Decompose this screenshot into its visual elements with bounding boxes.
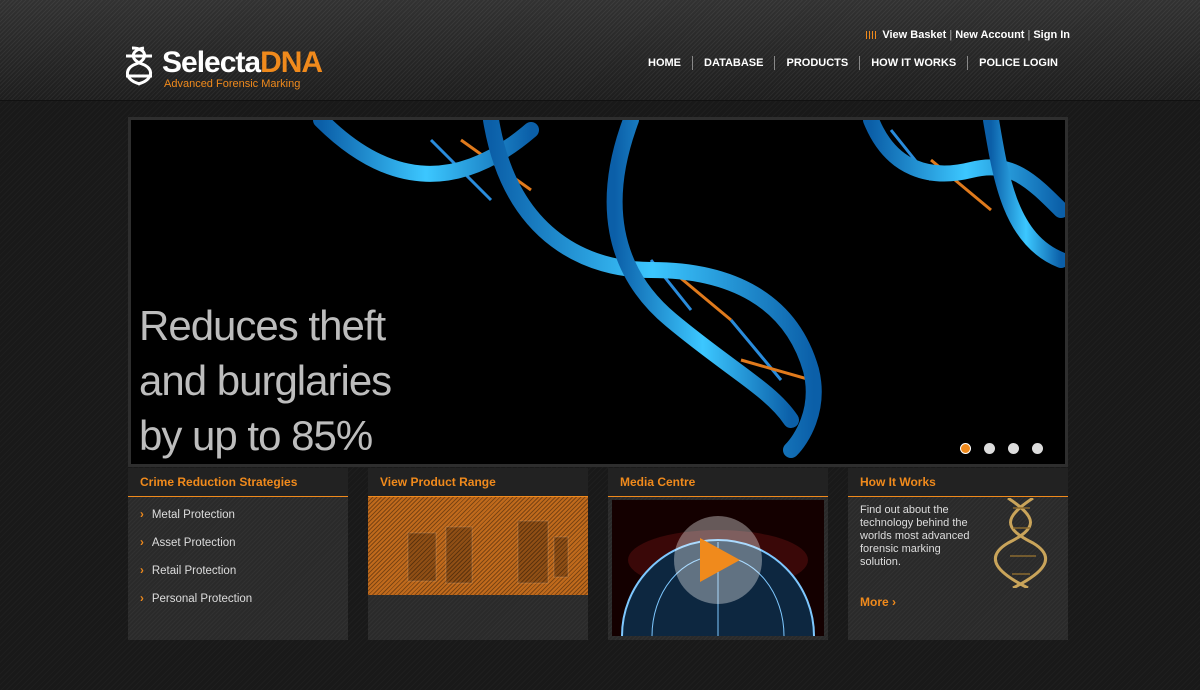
chevron-right-icon: › — [892, 595, 897, 609]
chevron-right-icon: › — [140, 565, 144, 577]
chevron-right-icon: › — [140, 509, 144, 521]
nav-how-it-works[interactable]: HOW IT WORKS — [859, 56, 967, 70]
selectadna-logo-icon — [126, 46, 152, 86]
nav-products[interactable]: PRODUCTS — [774, 56, 859, 70]
how-it-works-text: Find out about the technology behind the… — [860, 504, 970, 568]
list-item[interactable]: › Retail Protection — [140, 563, 348, 591]
list-item[interactable]: › Asset Protection — [140, 535, 348, 563]
hero-headline: Reduces theft and burglaries by up to 85… — [139, 302, 392, 459]
panel-title[interactable]: View Product Range — [368, 468, 588, 497]
slide-dot-1[interactable] — [960, 443, 971, 454]
list-item[interactable]: › Personal Protection — [140, 591, 348, 619]
nav-home[interactable]: HOME — [637, 56, 692, 70]
panel-title[interactable]: Media Centre — [608, 468, 828, 497]
utility-nav: View Basket | New Account | Sign In — [866, 29, 1070, 41]
nav-database[interactable]: DATABASE — [692, 56, 774, 70]
more-link[interactable]: More › — [860, 595, 896, 609]
panel-title: Crime Reduction Strategies — [128, 468, 348, 497]
chevron-right-icon: › — [140, 537, 144, 549]
crime-strategy-list: › Metal Protection › Asset Protection › Ret… — [128, 497, 348, 619]
new-account-link[interactable]: New Account — [955, 29, 1024, 41]
brand-logo[interactable]: SelectaDNA Advanced Forensic Marking — [122, 44, 362, 94]
slide-dot-3[interactable] — [1008, 443, 1019, 454]
brand-tagline: Advanced Forensic Marking — [164, 78, 301, 90]
slide-dot-4[interactable] — [1032, 443, 1043, 454]
media-video-thumbnail[interactable] — [612, 500, 824, 636]
list-item[interactable]: › Metal Protection — [140, 507, 348, 535]
sign-in-link[interactable]: Sign In — [1033, 29, 1070, 41]
how-it-works-panel: How It Works Find out about the technolo… — [848, 468, 1068, 640]
product-range-panel[interactable]: View Product Range — [368, 468, 588, 640]
hero-banner[interactable]: Reduces theft and burglaries by up to 85… — [128, 117, 1068, 467]
product-range-image[interactable] — [368, 497, 588, 595]
slide-dot-2[interactable] — [984, 443, 995, 454]
media-centre-panel[interactable]: Media Centre — [608, 468, 828, 640]
brand-name: SelectaDNA — [162, 46, 323, 79]
chevron-right-icon: › — [140, 593, 144, 605]
nav-police-login[interactable]: POLICE LOGIN — [967, 56, 1070, 70]
slide-pager — [960, 443, 1043, 454]
dna-helix-icon — [994, 498, 1047, 588]
crime-reduction-panel: Crime Reduction Strategies › Metal Protec… — [128, 468, 348, 640]
view-basket-link[interactable]: View Basket — [882, 29, 946, 41]
panel-title[interactable]: How It Works — [848, 468, 1068, 497]
basket-icon — [866, 31, 879, 40]
main-nav: HOME DATABASE PRODUCTS HOW IT WORKS POLI… — [637, 56, 1070, 70]
header: SelectaDNA Advanced Forensic Marking Vie… — [0, 0, 1200, 101]
